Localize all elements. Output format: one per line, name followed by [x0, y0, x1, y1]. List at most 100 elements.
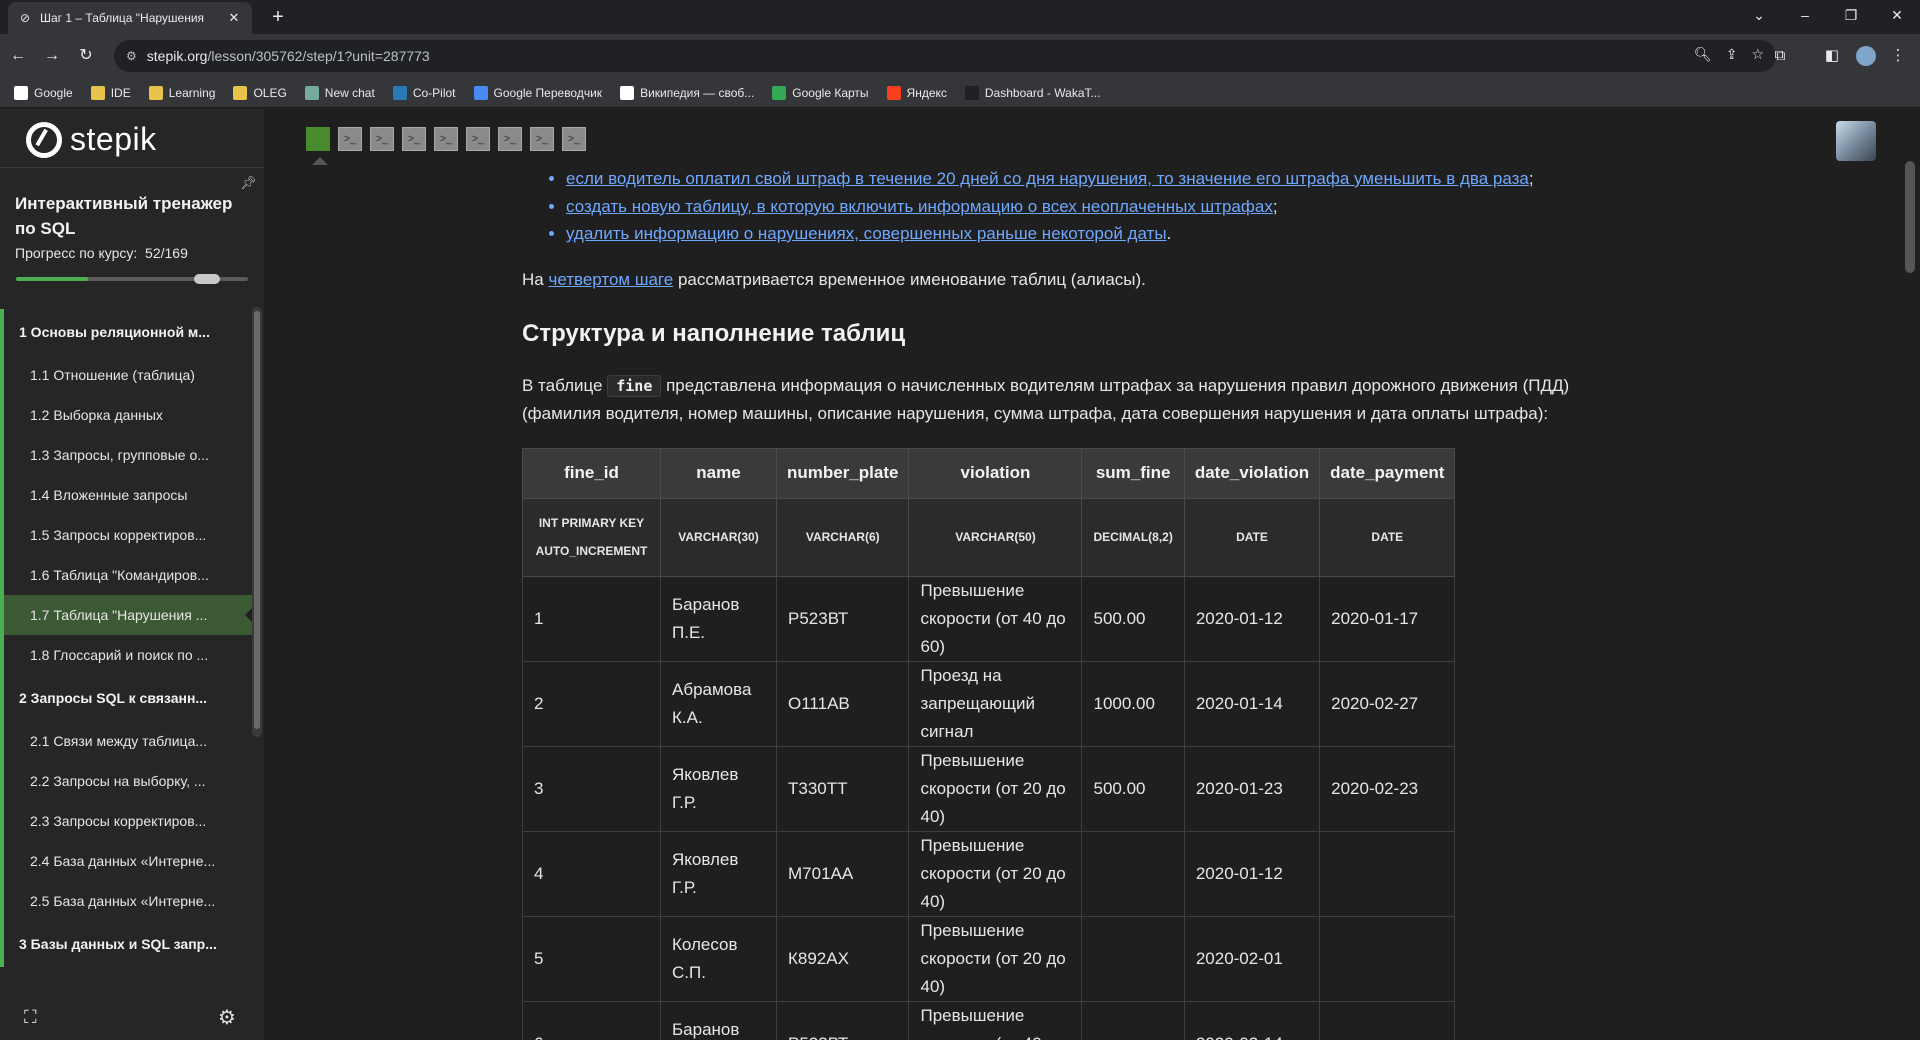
task-list-item: удалить информацию о нарушениях, соверше…: [566, 220, 1622, 248]
table-cell: 2020-02-14: [1183, 1000, 1321, 1040]
toc-section[interactable]: 1 Основы реляционной м...: [0, 309, 252, 355]
bookmark-item[interactable]: Co-Pilot: [392, 85, 456, 100]
task-link[interactable]: создать новую таблицу, в которую включит…: [566, 197, 1273, 216]
toc-lesson[interactable]: 1.8 Глоссарий и поиск по ...: [0, 635, 252, 675]
toc-lesson[interactable]: 1.7 Таблица "Нарушения ...: [0, 595, 252, 635]
bookmark-item[interactable]: Learning: [148, 85, 216, 100]
tab-search-icon[interactable]: ⌄: [1736, 0, 1782, 30]
progress-fill: [16, 277, 88, 281]
table-cell: Колесов С.П.: [660, 915, 777, 1002]
table-cell: 2020-02-27: [1319, 660, 1456, 747]
table-cell: Абрамова К.А.: [660, 660, 777, 747]
bookmark-favicon-icon: [148, 85, 163, 100]
step-code-button[interactable]: >_: [562, 127, 586, 151]
step-code-button[interactable]: >_: [498, 127, 522, 151]
reload-icon[interactable]: ↻: [72, 42, 100, 70]
close-tab-icon[interactable]: ✕: [226, 10, 242, 26]
settings-gear-icon[interactable]: ⚙: [218, 1005, 236, 1030]
bookmark-item[interactable]: Google: [14, 85, 73, 100]
paragraph-text: На: [522, 269, 549, 289]
browser-tabstrip: ⊘ Шаг 1 – Таблица "Нарушения ✕ + ⌄ – ❐ ✕: [0, 0, 1920, 34]
table-cell: [1319, 1000, 1456, 1040]
bookmark-item[interactable]: Dashboard - WakaT...: [964, 85, 1101, 100]
paragraph-text: В таблице: [522, 375, 608, 395]
fullscreen-icon[interactable]: ⛶: [24, 1007, 37, 1028]
table-cell: [1081, 915, 1185, 1002]
step-code-button[interactable]: >_: [530, 127, 554, 151]
table-row: 1 Баранов П.Е. Р523ВТ Превышение скорости (…: [522, 575, 1456, 662]
bookmark-item[interactable]: New chat: [304, 85, 375, 100]
bookmark-label: Learning: [168, 85, 216, 100]
toc-lesson[interactable]: 2.2 Запросы на выборку, ...: [0, 761, 252, 801]
zoom-icon[interactable]: 🔍︎: [1694, 46, 1712, 63]
browser-toolbar: ← → ↻ ⚙ stepik.org/lesson/305762/step/1?…: [0, 34, 1920, 78]
bookmark-item[interactable]: Википедия — своб...: [620, 85, 754, 100]
extensions-icon[interactable]: ⧉: [1766, 42, 1794, 70]
task-link[interactable]: если водитель оплатил свой штраф в течен…: [566, 169, 1529, 188]
toc-section[interactable]: 3 Базы данных и SQL запр...: [0, 921, 252, 967]
task-list-item: создать новую таблицу, в которую включит…: [566, 193, 1622, 221]
menu-icon[interactable]: ⋮: [1884, 42, 1912, 70]
new-tab-icon[interactable]: +: [264, 4, 292, 30]
share-icon[interactable]: ⇪: [1726, 46, 1738, 63]
restore-icon[interactable]: ❐: [1828, 0, 1874, 30]
toc-lesson[interactable]: 1.2 Выборка данных: [0, 395, 252, 435]
toc-lesson[interactable]: 2.1 Связи между таблица...: [0, 721, 252, 761]
site-info-icon[interactable]: ⚙: [126, 49, 137, 63]
progress-knob: [194, 274, 220, 284]
fourth-step-link[interactable]: четвертом шаге: [548, 270, 673, 289]
bookmark-item[interactable]: Google Карты: [772, 85, 869, 100]
toc-scrollbar-thumb[interactable]: [254, 311, 260, 729]
bookmark-favicon-icon: [14, 85, 28, 100]
toc-scrollbar[interactable]: [252, 307, 262, 737]
toc-lesson[interactable]: 1.3 Запросы, групповые о...: [0, 435, 252, 475]
table-of-contents: 1 Основы реляционной м... 1.1 Отношение (…: [0, 309, 252, 967]
step-code-button[interactable]: >_: [434, 127, 458, 151]
user-avatar[interactable]: [1836, 121, 1876, 161]
column-header: fine_id: [522, 447, 661, 499]
toc-lesson[interactable]: 2.4 База данных «Интерне...: [0, 841, 252, 881]
column-type: VARCHAR(6): [775, 497, 910, 577]
minimize-icon[interactable]: –: [1782, 0, 1828, 30]
column-type: DATE: [1319, 497, 1456, 577]
step-code-button[interactable]: >_: [370, 127, 394, 151]
profile-avatar[interactable]: [1856, 46, 1876, 66]
toc-lesson[interactable]: 1.6 Таблица "Командиров...: [0, 555, 252, 595]
bookmark-star-icon[interactable]: ☆: [1751, 46, 1764, 63]
side-panel-icon[interactable]: ◧: [1818, 42, 1846, 70]
toc-lesson[interactable]: 1.5 Запросы корректиров...: [0, 515, 252, 555]
toc-section[interactable]: 2 Запросы SQL к связанн...: [0, 675, 252, 721]
toc-lesson[interactable]: 1.4 Вложенные запросы: [0, 475, 252, 515]
step-code-button[interactable]: >_: [338, 127, 362, 151]
toc-lesson[interactable]: 1.1 Отношение (таблица): [0, 355, 252, 395]
step-code-button[interactable]: >_: [466, 127, 490, 151]
browser-tab[interactable]: ⊘ Шаг 1 – Таблица "Нарушения ✕: [8, 2, 252, 34]
task-link[interactable]: удалить информацию о нарушениях, соверше…: [566, 224, 1167, 243]
bookmark-item[interactable]: IDE: [90, 85, 131, 100]
window-close-icon[interactable]: ✕: [1874, 0, 1920, 30]
table-cell: [1081, 1000, 1185, 1040]
table-cell: Р523ВТ: [775, 575, 910, 662]
toc-lesson[interactable]: 2.3 Запросы корректиров...: [0, 801, 252, 841]
bookmark-label: New chat: [324, 85, 375, 100]
bookmark-item[interactable]: OLEG: [233, 85, 287, 100]
pin-icon[interactable]: 📌︎: [240, 175, 257, 191]
table-cell: Т330ТТ: [775, 745, 910, 832]
bookmark-item[interactable]: Google Переводчик: [473, 85, 602, 100]
column-type: DATE: [1183, 497, 1321, 577]
step-1-button[interactable]: [306, 127, 330, 151]
course-title[interactable]: Интерактивный тренажер по SQL: [15, 191, 245, 241]
back-icon[interactable]: ←: [4, 42, 32, 70]
address-bar[interactable]: ⚙ stepik.org/lesson/305762/step/1?unit=2…: [114, 40, 1776, 72]
page-scrollbar-thumb[interactable]: [1905, 161, 1915, 273]
table-cell: 2020-02-01: [1183, 915, 1321, 1002]
page-scrollbar[interactable]: [1902, 161, 1916, 1040]
forward-icon[interactable]: →: [38, 42, 66, 70]
column-header: number_plate: [775, 447, 910, 499]
stepik-logo[interactable]: stepik: [26, 121, 157, 158]
table-row: 4 Яковлев Г.Р. М701АА Превышение скорости (…: [522, 830, 1456, 917]
step-code-button[interactable]: >_: [402, 127, 426, 151]
bookmark-item[interactable]: Яндекс: [886, 85, 947, 100]
alias-paragraph: На четвертом шаге рассматривается времен…: [522, 266, 1622, 294]
toc-lesson[interactable]: 2.5 База данных «Интерне...: [0, 881, 252, 921]
